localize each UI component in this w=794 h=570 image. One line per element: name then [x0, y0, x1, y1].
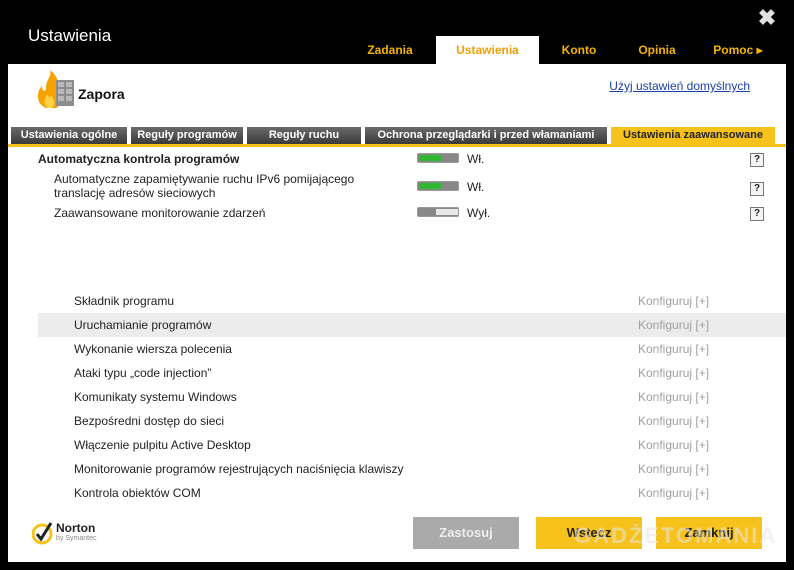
- configure-link[interactable]: Konfiguruj [+]: [638, 486, 709, 500]
- event-row: Włączenie pulpitu Active Desktop Konfigu…: [8, 433, 786, 457]
- toggle-state: Wł.: [467, 180, 485, 194]
- settings-panel: Zapora Użyj ustawień domyślnych Ustawien…: [8, 64, 786, 562]
- subtab-divider: [8, 144, 786, 147]
- event-row: Komunikaty systemu Windows Konfiguruj [+…: [8, 385, 786, 409]
- tab-pomoc[interactable]: Pomoc ▸: [695, 36, 781, 64]
- event-row: Składnik programu Konfiguruj [+]: [8, 289, 786, 313]
- toggle-fill: [419, 155, 441, 161]
- configure-link[interactable]: Konfiguruj [+]: [638, 438, 709, 452]
- event-label: Komunikaty systemu Windows: [74, 390, 237, 404]
- event-label: Włączenie pulpitu Active Desktop: [74, 438, 251, 452]
- event-row: Monitorowanie programów rejestrujących n…: [8, 457, 786, 481]
- close-icon[interactable]: ✖: [757, 7, 777, 29]
- norton-subtext: by Symantec: [56, 535, 97, 542]
- toggle-switch[interactable]: [417, 181, 459, 191]
- watermark: GADŻETOMANIA: [574, 523, 778, 548]
- use-defaults-link[interactable]: Użyj ustawień domyślnych: [609, 79, 750, 93]
- setting-label: Zaawansowane monitorowanie zdarzeń: [54, 206, 266, 220]
- setting-row-monitor: Zaawansowane monitorowanie zdarzeń Wył. …: [8, 204, 786, 226]
- main-tabs: Zadania Ustawienia Konto Opinia Pomoc ▸: [355, 36, 781, 64]
- toggle-switch[interactable]: [417, 153, 459, 163]
- subtab-general[interactable]: Ustawienia ogólne: [11, 127, 127, 144]
- event-label: Ataki typu „code injection”: [74, 366, 212, 380]
- subtab-program-rules[interactable]: Reguły programów: [131, 127, 243, 144]
- toggle-fill: [436, 209, 458, 215]
- toggle-fill: [419, 183, 441, 189]
- configure-link[interactable]: Konfiguruj [+]: [638, 294, 709, 308]
- firewall-flame-icon: [37, 70, 74, 108]
- chevron-right-icon: ▸: [756, 43, 763, 57]
- settings-window: Ustawienia ✖ Zadania Ustawienia Konto Op…: [0, 0, 794, 570]
- sub-tabs: Ustawienia ogólne Reguły programów Reguł…: [11, 127, 779, 144]
- event-row: Kontrola obiektów COM Konfiguruj [+]: [8, 481, 786, 505]
- window-title: Ustawienia: [28, 26, 112, 45]
- tab-opinia[interactable]: Opinia: [619, 36, 695, 64]
- subtab-traffic-rules[interactable]: Reguły ruchu: [247, 127, 361, 144]
- event-label: Bezpośredni dostęp do sieci: [74, 414, 225, 428]
- configure-link[interactable]: Konfiguruj [+]: [638, 390, 709, 404]
- tab-ustawienia[interactable]: Ustawienia: [436, 36, 539, 64]
- help-button[interactable]: ?: [750, 207, 764, 221]
- tab-pomoc-label: Pomoc: [713, 43, 754, 57]
- event-label: Kontrola obiektów COM: [74, 486, 201, 500]
- event-label: Uruchamianie programów: [74, 318, 212, 332]
- setting-label-line1: Automatyczne zapamiętywanie ruchu IPv6 p…: [54, 172, 355, 186]
- norton-check-icon: [32, 522, 53, 545]
- event-row: Wykonanie wiersza polecenia Konfiguruj […: [8, 337, 786, 361]
- event-row: Ataki typu „code injection” Konfiguruj […: [8, 361, 786, 385]
- norton-logo: Norton by Symantec: [32, 518, 112, 548]
- setting-label-line2: translację adresów sieciowych: [54, 186, 216, 200]
- setting-row-main: Automatyczna kontrola programów Wł. ?: [8, 148, 786, 170]
- configure-link[interactable]: Konfiguruj [+]: [638, 366, 709, 380]
- toggle-state: Wł.: [467, 152, 485, 166]
- configure-link[interactable]: Konfiguruj [+]: [638, 414, 709, 428]
- event-label: Monitorowanie programów rejestrujących n…: [74, 462, 404, 476]
- event-label: Wykonanie wiersza polecenia: [74, 342, 232, 356]
- setting-label: Automatyczna kontrola programów: [38, 152, 240, 166]
- subtab-advanced[interactable]: Ustawienia zaawansowane: [611, 127, 775, 144]
- toggle-state: Wył.: [467, 206, 491, 220]
- configure-link[interactable]: Konfiguruj [+]: [638, 462, 709, 476]
- toggle-switch[interactable]: [417, 207, 459, 217]
- configure-link[interactable]: Konfiguruj [+]: [638, 318, 709, 332]
- event-label: Składnik programu: [74, 294, 175, 308]
- apply-button[interactable]: Zastosuj: [413, 517, 519, 549]
- subtab-browser-protection[interactable]: Ochrona przeglądarki i przed włamaniami: [365, 127, 607, 144]
- configure-link[interactable]: Konfiguruj [+]: [638, 342, 709, 356]
- tab-zadania[interactable]: Zadania: [355, 36, 425, 64]
- section-title: Zapora: [78, 86, 125, 102]
- setting-row-ipv6: Automatyczne zapamiętywanie ruchu IPv6 p…: [8, 170, 786, 202]
- tab-konto[interactable]: Konto: [539, 36, 619, 64]
- norton-brand: Norton: [56, 521, 96, 535]
- help-button[interactable]: ?: [750, 153, 764, 167]
- event-row: Bezpośredni dostęp do sieci Konfiguruj […: [8, 409, 786, 433]
- help-button[interactable]: ?: [750, 182, 764, 196]
- event-row: Uruchamianie programów Konfiguruj [+]: [38, 313, 786, 337]
